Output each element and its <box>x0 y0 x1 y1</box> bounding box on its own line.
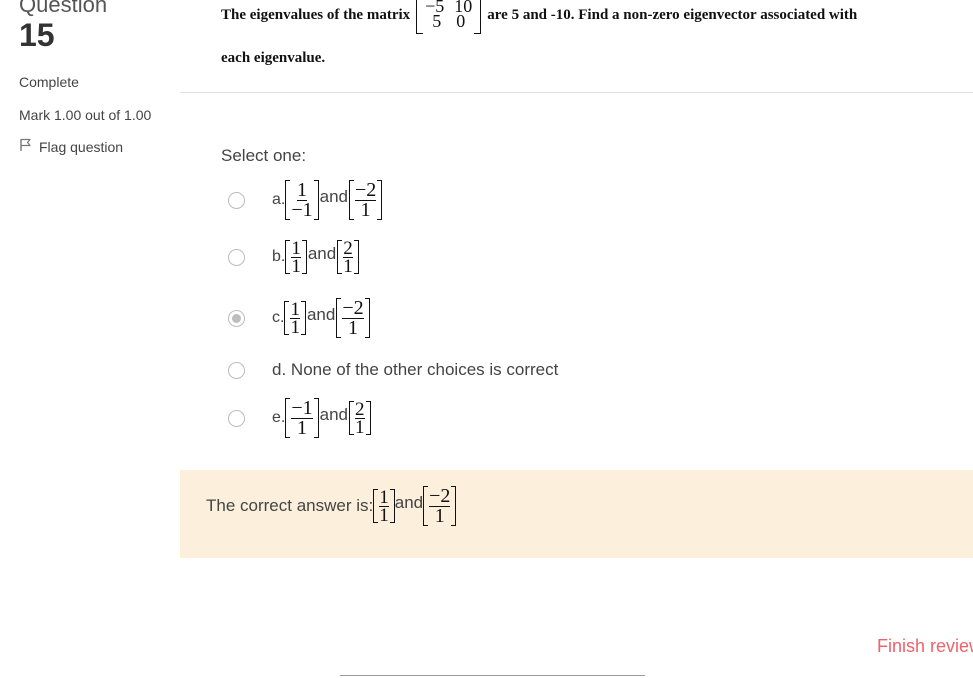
question-matrix: −5 10 5 0 <box>416 0 482 34</box>
question-text-after: are 5 and -10. Find a non-zero eigenvect… <box>487 7 858 23</box>
correct-vector-1: 1 1 <box>373 486 395 526</box>
flag-question-link[interactable]: Flag question <box>19 138 159 155</box>
bottom-divider <box>340 675 645 676</box>
vector-entry: 1 <box>290 298 300 320</box>
radio-button-c[interactable] <box>228 309 245 327</box>
and-label: and <box>319 187 348 206</box>
vector-entry: −1 <box>291 396 313 419</box>
vector-entry: 1 <box>343 255 353 277</box>
vector-entry: 1 <box>379 504 389 526</box>
radio-button-e[interactable] <box>228 409 245 427</box>
vector-c1: 1 1 <box>284 298 306 338</box>
vector-entry: 1 <box>290 316 300 338</box>
vector-entry: 1 <box>347 316 358 339</box>
vector-entry: 1 <box>360 198 371 221</box>
matrix-cell: 5 <box>432 11 442 31</box>
divider <box>180 92 973 93</box>
question-grade: Mark 1.00 out of 1.00 <box>19 107 152 123</box>
option-letter: a. <box>272 191 286 208</box>
answer-option-a[interactable]: a. 1 −1 and −2 1 <box>228 178 383 221</box>
vector-entry: 2 <box>355 398 365 420</box>
option-letter: c. <box>272 309 285 326</box>
finish-review-link[interactable]: Finish review <box>877 636 973 657</box>
radio-button-d[interactable] <box>228 361 245 379</box>
answer-option-e[interactable]: e. −1 1 and 2 1 <box>228 398 371 438</box>
question-text-line2: each eigenvalue. <box>221 50 326 66</box>
vector-b2: 2 1 <box>337 237 359 277</box>
question-label: Question <box>19 0 108 17</box>
vector-entry: 1 <box>355 416 365 438</box>
vector-entry: −2 <box>355 178 377 201</box>
flag-question-label: Flag question <box>39 138 124 155</box>
answer-option-d[interactable]: d. None of the other choices is correct <box>228 360 558 380</box>
radio-button-b[interactable] <box>228 248 245 266</box>
option-text: None of the other choices is correct <box>290 360 559 379</box>
vector-entry: −2 <box>342 296 364 319</box>
flag-icon <box>19 138 33 155</box>
correct-vector-2: −2 1 <box>423 484 457 527</box>
vector-entry: 1 <box>296 416 307 439</box>
answer-option-c[interactable]: c. 1 1 and −2 1 <box>228 298 370 338</box>
correct-answer-label: The correct answer is: <box>206 496 374 515</box>
question-number: 15 <box>19 17 55 53</box>
vector-a1: 1 −1 <box>285 178 319 221</box>
vector-entry: 1 <box>379 486 389 508</box>
vector-entry: −1 <box>291 198 313 221</box>
question-text-before: The eigenvalues of the matrix <box>221 7 411 23</box>
vector-b1: 1 1 <box>285 237 307 277</box>
vector-entry: −2 <box>429 484 451 507</box>
question-info: Question 15 Complete Mark 1.00 out of 1.… <box>19 0 159 155</box>
and-label: and <box>394 493 424 512</box>
vector-e1: −1 1 <box>285 396 319 439</box>
and-label: and <box>307 244 337 263</box>
feedback-panel: The correct answer is: 1 1 and −2 1 <box>180 470 973 558</box>
answer-option-b[interactable]: b. 1 1 and 2 1 <box>228 237 359 277</box>
vector-a2: −2 1 <box>349 178 383 221</box>
option-letter: b. <box>272 248 286 265</box>
radio-button-a[interactable] <box>228 191 245 209</box>
matrix-cell: 0 <box>456 11 466 31</box>
option-letter: e. <box>272 409 286 426</box>
vector-entry: 1 <box>434 504 445 527</box>
vector-e2: 2 1 <box>349 398 371 438</box>
and-label: and <box>319 405 348 424</box>
vector-entry: 1 <box>296 178 307 201</box>
vector-entry: 2 <box>343 237 353 259</box>
vector-c2: −2 1 <box>336 296 370 339</box>
option-letter: d. <box>272 360 287 379</box>
and-label: and <box>306 305 336 324</box>
vector-entry: 1 <box>291 237 301 259</box>
vector-entry: 1 <box>291 255 301 277</box>
question-state: Complete <box>19 74 79 90</box>
option-d-text: d. None of the other choices is correct <box>272 360 558 380</box>
select-one-prompt: Select one: <box>221 146 307 165</box>
